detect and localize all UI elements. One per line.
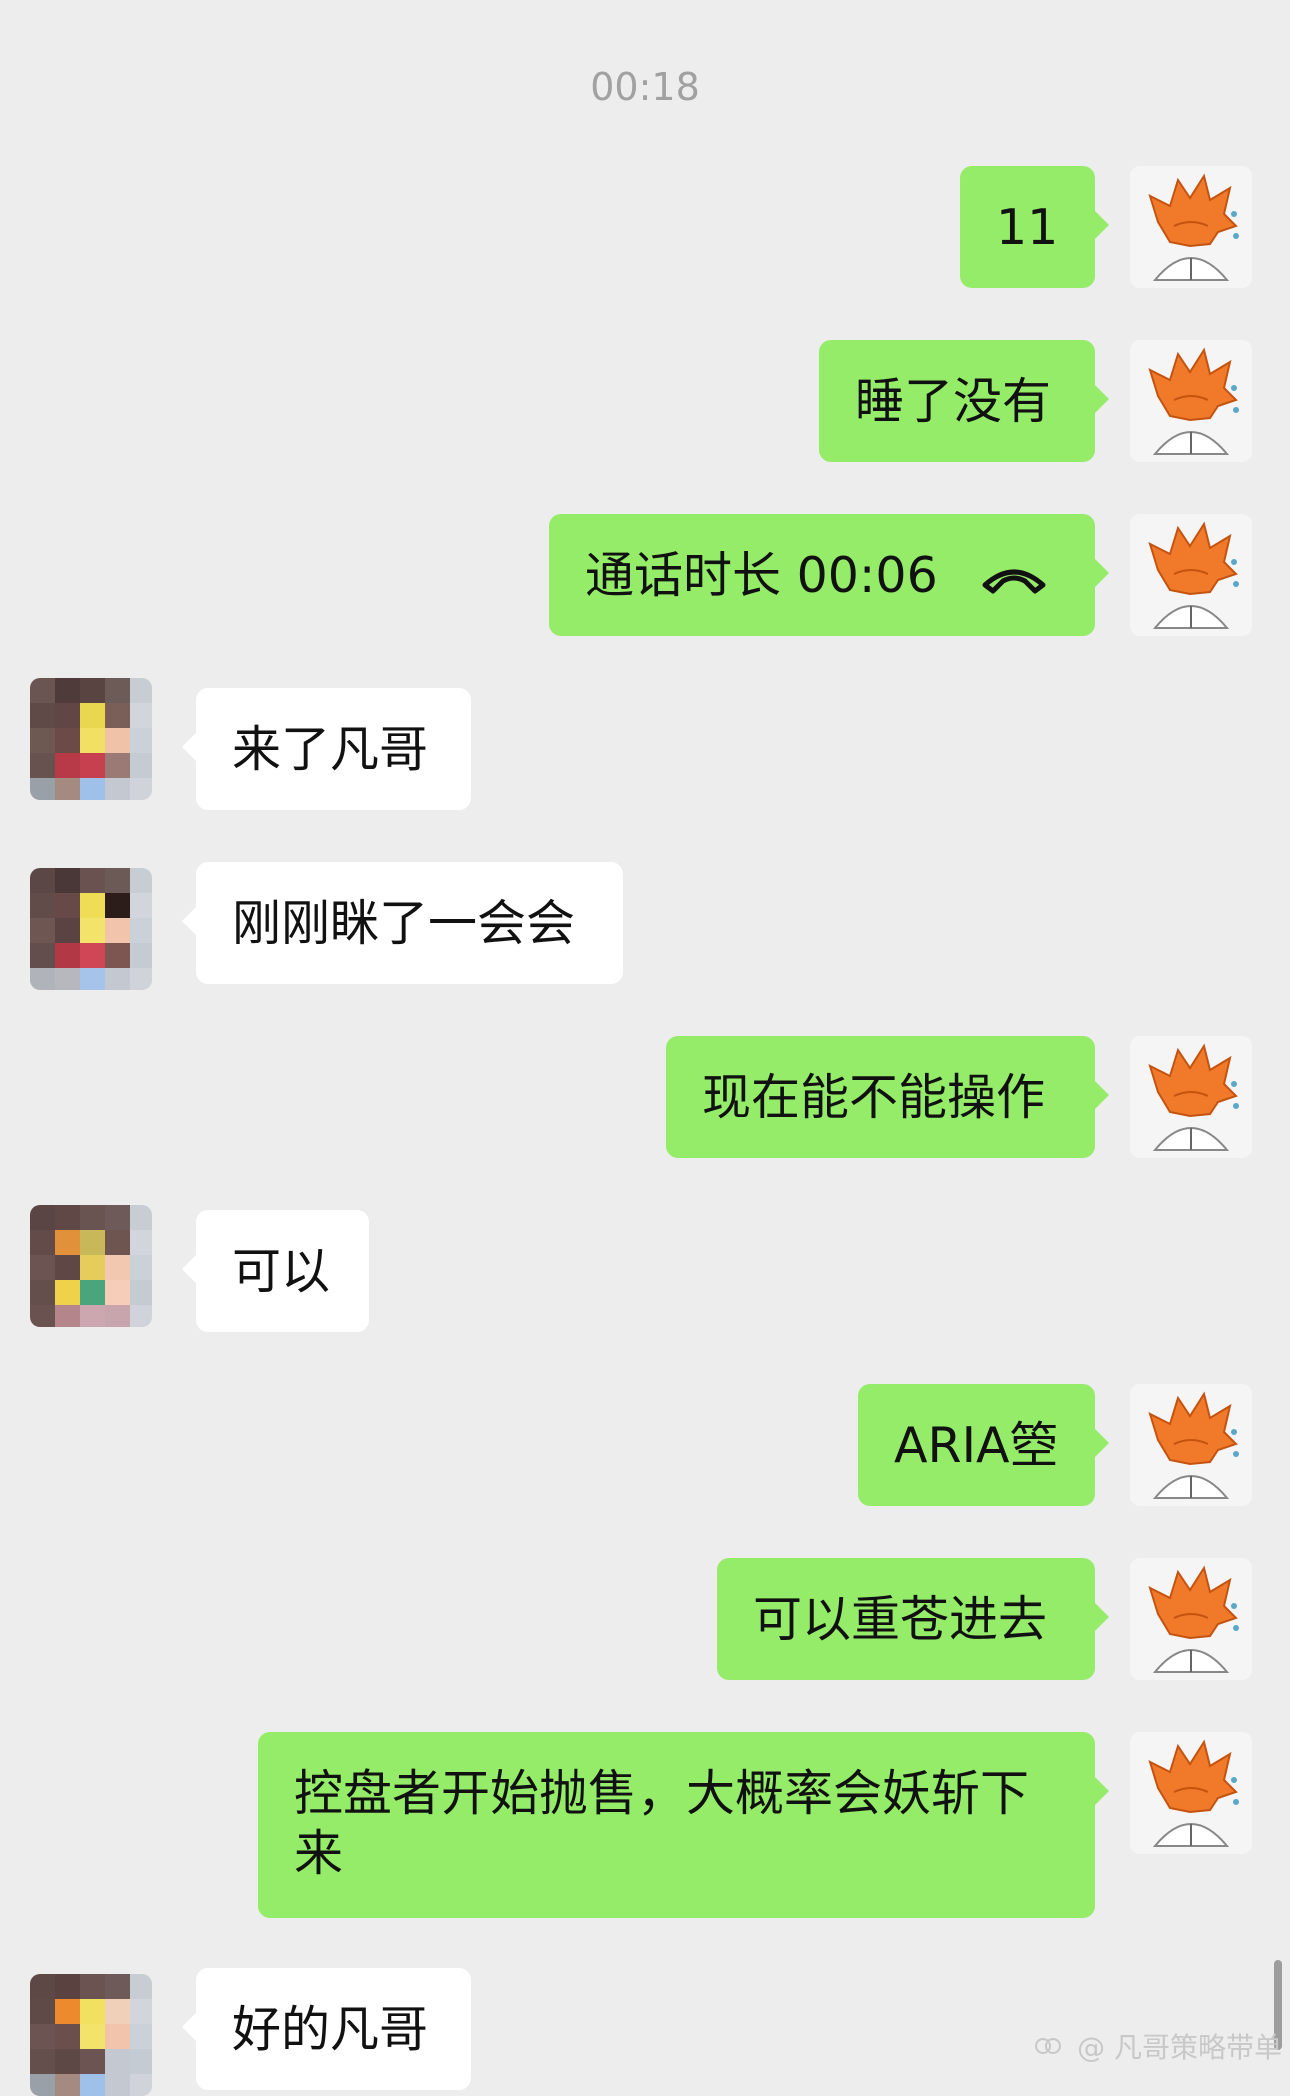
message-text: 通话时长 00:06 [585, 547, 938, 604]
message-bubble-outgoing[interactable]: 11 [960, 166, 1109, 288]
watermark-text: @ 凡哥策略带单 [1077, 2031, 1282, 2064]
message-bubble-outgoing[interactable]: 可以重苍进去 [717, 1558, 1109, 1680]
avatar-self[interactable] [1130, 1384, 1252, 1506]
message-text: 可以重苍进去 [753, 1591, 1048, 1648]
message-text: 11 [996, 199, 1059, 256]
message-text: 可以 [232, 1243, 331, 1300]
avatar-self[interactable] [1130, 340, 1252, 462]
call-record-bubble[interactable]: 通话时长 00:06 [549, 514, 1109, 636]
message-bubble-outgoing[interactable]: ARIA箜 [858, 1384, 1109, 1506]
message-bubble-outgoing[interactable]: 控盘者开始抛售，大概率会妖斩下来 [258, 1732, 1109, 1918]
phone-hangup-icon [979, 549, 1049, 609]
message-text: ARIA箜 [894, 1417, 1059, 1474]
message-bubble-incoming[interactable]: 刚刚眯了一会会 [182, 862, 623, 984]
message-text: 睡了没有 [855, 373, 1052, 430]
avatar-contact[interactable] [30, 678, 152, 800]
message-text: 来了凡哥 [232, 721, 429, 778]
message-text: 控盘者开始抛售，大概率会妖斩下来 [294, 1765, 1030, 1882]
message-text: 好的凡哥 [232, 2001, 429, 2058]
avatar-contact[interactable] [30, 1974, 152, 2096]
watermark: @ 凡哥策略带单 [1034, 2033, 1282, 2064]
message-bubble-incoming[interactable]: 可以 [182, 1210, 369, 1332]
avatar-self[interactable] [1130, 514, 1252, 636]
message-bubble-incoming[interactable]: 来了凡哥 [182, 688, 471, 810]
avatar-self[interactable] [1130, 1036, 1252, 1158]
watermark-logo-icon [1034, 2034, 1062, 2064]
avatar-self[interactable] [1130, 1732, 1252, 1854]
message-text: 现在能不能操作 [702, 1069, 1046, 1126]
message-bubble-outgoing[interactable]: 睡了没有 [819, 340, 1109, 462]
avatar-contact[interactable] [30, 1205, 152, 1327]
chat-timestamp: 00:18 [590, 65, 700, 109]
avatar-contact[interactable] [30, 868, 152, 990]
message-bubble-incoming[interactable]: 好的凡哥 [182, 1968, 471, 2090]
message-text: 刚刚眯了一会会 [232, 895, 576, 952]
avatar-self[interactable] [1130, 1558, 1252, 1680]
avatar-self[interactable] [1130, 166, 1252, 288]
message-bubble-outgoing[interactable]: 现在能不能操作 [666, 1036, 1109, 1158]
